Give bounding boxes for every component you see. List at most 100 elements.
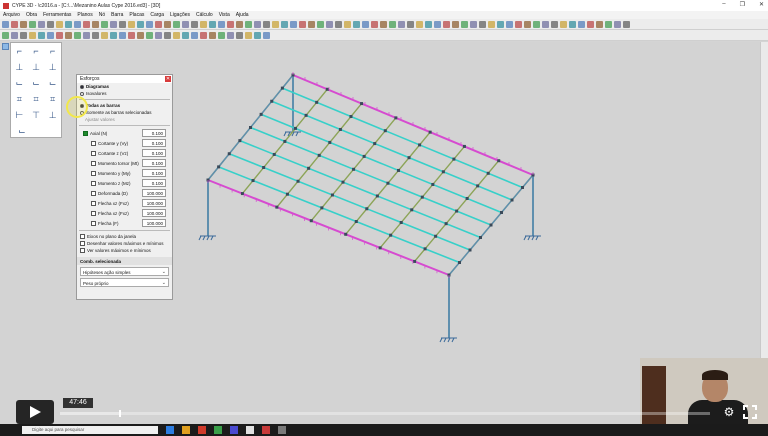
structure-node[interactable] <box>468 248 472 252</box>
structure-node[interactable] <box>479 236 482 239</box>
effort-row[interactable]: Flecha xz (Fxz) 100.000 <box>77 198 172 208</box>
structure-node[interactable] <box>431 182 435 186</box>
structure-node[interactable] <box>413 259 417 263</box>
structure-node[interactable] <box>272 152 276 156</box>
structure-node[interactable] <box>434 234 438 238</box>
effort-scale-input[interactable]: 0.100 <box>142 149 166 157</box>
structure-node[interactable] <box>317 153 321 157</box>
structure-node[interactable] <box>389 233 393 237</box>
radio-diagramas[interactable]: Diagramas <box>77 83 172 90</box>
structure-node[interactable] <box>418 143 422 147</box>
checkbox-icon[interactable] <box>91 220 96 226</box>
support-type-icon[interactable]: ⊥ <box>49 110 57 121</box>
effort-scale-input[interactable]: 0.100 <box>142 179 166 187</box>
effort-row[interactable]: Momento y (My) 0.100 <box>77 168 172 178</box>
structure-node[interactable] <box>410 208 414 212</box>
effort-scale-input[interactable]: 100.000 <box>142 209 166 217</box>
checkbox-icon[interactable] <box>91 170 96 176</box>
structure-node[interactable] <box>396 168 400 172</box>
checkbox-icon[interactable] <box>91 200 96 206</box>
checkbox-icon[interactable] <box>91 190 96 196</box>
structure-node[interactable] <box>338 127 342 131</box>
option-desenhar-valores[interactable]: Desenhar valores máximos e mínimos <box>77 240 172 247</box>
effort-scale-input[interactable]: 100.000 <box>142 199 166 207</box>
structure-node[interactable] <box>510 198 514 202</box>
effort-scale-input[interactable]: 0.100 <box>142 139 166 147</box>
structure-node[interactable] <box>341 180 345 184</box>
taskbar-app-icon[interactable] <box>246 426 254 434</box>
structure-node[interactable] <box>217 165 221 169</box>
panel-close-icon[interactable]: ✕ <box>165 76 171 82</box>
radio-todas-barras[interactable]: Todas as barras <box>77 102 172 109</box>
structure-node[interactable] <box>328 140 332 144</box>
structure-node[interactable] <box>521 186 524 189</box>
effort-row[interactable]: Flecha (F) 100.000 <box>77 218 172 228</box>
structure-node[interactable] <box>386 181 390 185</box>
effort-scale-input[interactable]: 0.100 <box>142 169 166 177</box>
structure-node[interactable] <box>315 100 319 104</box>
structure-node[interactable] <box>458 261 461 264</box>
hypothesis-select[interactable]: Peso próprio ⌄ <box>80 278 169 287</box>
structure-node[interactable] <box>296 179 300 183</box>
structure-node[interactable] <box>365 207 369 211</box>
structure-node[interactable] <box>394 116 398 120</box>
checkbox-icon[interactable] <box>91 160 96 166</box>
effort-row[interactable]: Momento torsor (Mt) 0.100 <box>77 158 172 168</box>
support-type-icon[interactable]: ⊢ <box>15 110 23 121</box>
effort-row[interactable]: Deformada (D) 100.000 <box>77 188 172 198</box>
taskbar-search-input[interactable]: Digite aqui para pesquisar <box>22 426 158 434</box>
palette-toggle-icon[interactable] <box>2 43 9 50</box>
structure-node[interactable] <box>375 194 379 198</box>
structure-node[interactable] <box>399 221 403 224</box>
support-type-icon[interactable]: ⌐ <box>50 46 55 56</box>
fullscreen-button[interactable] <box>743 405 757 419</box>
structure-node[interactable] <box>352 167 356 171</box>
effort-row[interactable]: Cortante z (Vz) 0.100 <box>77 148 172 158</box>
structure-node[interactable] <box>293 126 297 130</box>
structure-node[interactable] <box>476 184 480 188</box>
effort-scale-input[interactable]: 0.100 <box>142 129 166 137</box>
settings-button[interactable]: ⚙ <box>722 405 736 419</box>
option-ver-valores[interactable]: Ver valores máximos e mínimos <box>77 247 172 254</box>
structure-node[interactable] <box>354 220 358 224</box>
checkbox-icon[interactable] <box>91 210 96 216</box>
checkbox-icon[interactable] <box>83 130 88 136</box>
checkbox-icon[interactable] <box>91 150 96 156</box>
structure-node[interactable] <box>270 99 274 103</box>
video-progress-bar[interactable] <box>60 410 710 417</box>
support-type-icon[interactable]: ⊥ <box>49 62 57 73</box>
structure-node[interactable] <box>259 112 263 116</box>
structure-node[interactable] <box>320 206 324 210</box>
structure-node[interactable] <box>325 87 329 91</box>
structure-node[interactable] <box>486 171 490 175</box>
effort-scale-input[interactable]: 100.000 <box>142 189 166 197</box>
option-eixos[interactable]: Eixos no plano da janela <box>77 233 172 240</box>
video-progress-handle[interactable] <box>118 410 121 417</box>
structure-node[interactable] <box>489 223 493 227</box>
support-type-icon[interactable]: ⌗ <box>50 94 55 105</box>
structure-node[interactable] <box>441 170 445 174</box>
taskbar-app-icon[interactable] <box>166 426 174 434</box>
structure-node[interactable] <box>251 179 255 183</box>
effort-scale-input[interactable]: 100.000 <box>142 219 166 227</box>
structure-node[interactable] <box>309 219 313 223</box>
structure-node[interactable] <box>275 205 279 209</box>
effort-scale-input[interactable]: 0.100 <box>142 159 166 167</box>
structure-node[interactable] <box>240 192 244 196</box>
support-type-icon[interactable]: ⌙ <box>49 78 57 89</box>
structure-node[interactable] <box>373 142 377 146</box>
structure-node[interactable] <box>283 139 287 143</box>
structure-node[interactable] <box>227 152 231 156</box>
support-type-icon[interactable]: ⌗ <box>17 94 22 105</box>
structure-node[interactable] <box>349 115 353 119</box>
structure-node[interactable] <box>423 247 427 251</box>
structure-node[interactable] <box>383 129 387 133</box>
checkbox-icon[interactable] <box>91 140 96 146</box>
structure-node[interactable] <box>428 130 432 134</box>
checkbox-icon[interactable] <box>91 180 96 186</box>
taskbar-app-icon[interactable] <box>198 426 206 434</box>
structure-node[interactable] <box>285 192 289 196</box>
taskbar-app-icon[interactable] <box>262 426 270 434</box>
support-type-icon[interactable]: ⊥ <box>15 62 23 73</box>
effort-row[interactable]: Flecha xz (Fxz) 100.000 <box>77 208 172 218</box>
